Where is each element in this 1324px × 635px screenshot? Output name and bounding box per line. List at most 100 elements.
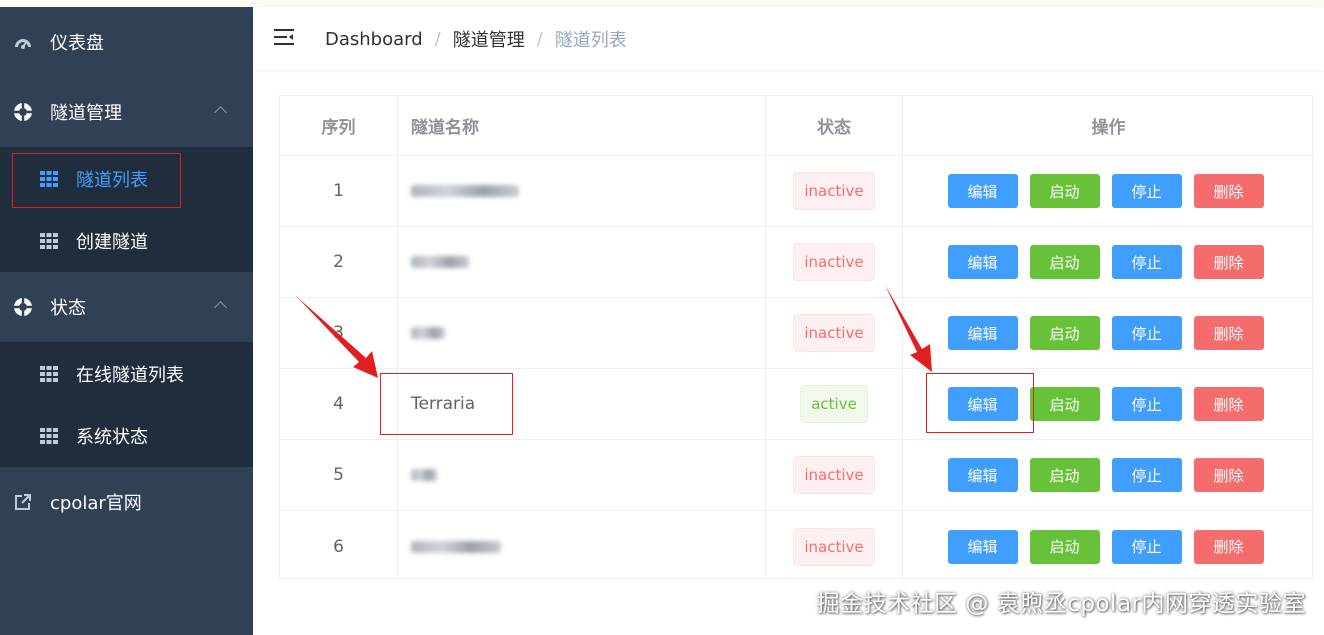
tunnel-name: Terraria <box>411 394 476 414</box>
table-row: 3 inactive 编辑 启动 停止 删除 <box>280 298 1314 369</box>
sidebar-item-label: 仪表盘 <box>50 33 104 54</box>
delete-button[interactable]: 删除 <box>1193 245 1264 279</box>
chevron-up-icon <box>214 301 227 314</box>
row-name-cell <box>398 511 766 582</box>
table-row: 4 Terraria active 编辑 启动 停止 删除 <box>280 369 1314 440</box>
table-header-row: 序列 隧道名称 状态 操作 <box>280 96 1314 156</box>
edit-button[interactable]: 编辑 <box>947 245 1018 279</box>
start-button[interactable]: 启动 <box>1029 458 1100 492</box>
external-link-icon <box>12 491 34 513</box>
sidebar-item-tunnel-list[interactable]: 隧道列表 <box>0 147 253 211</box>
row-index: 2 <box>280 227 398 297</box>
start-button[interactable]: 启动 <box>1029 316 1100 350</box>
breadcrumb: Dashboard / 隧道管理 / 隧道列表 <box>325 26 627 52</box>
status-badge: inactive <box>793 527 875 566</box>
row-index: 6 <box>280 511 398 582</box>
row-actions-cell: 编辑 启动 停止 删除 <box>903 511 1314 582</box>
stop-button[interactable]: 停止 <box>1111 387 1182 421</box>
submenu-status: 在线隧道列表 系统状态 <box>0 342 253 467</box>
delete-button[interactable]: 删除 <box>1193 458 1264 492</box>
tunnel-table: 序列 隧道名称 状态 操作 1 inactive 编辑 启动 停止 删除 2 inactive… <box>279 95 1314 582</box>
edit-button[interactable]: 编辑 <box>947 458 1018 492</box>
hamburger-menu-icon[interactable] <box>273 27 295 47</box>
stop-button[interactable]: 停止 <box>1111 458 1182 492</box>
dashboard-gauge-icon <box>12 31 34 53</box>
breadcrumb-item-tunnel-management[interactable]: 隧道管理 <box>453 26 525 52</box>
breadcrumb-item-dashboard[interactable]: Dashboard <box>325 29 423 50</box>
sidebar-item-status[interactable]: 状态 <box>0 272 253 342</box>
sidebar-item-dashboard[interactable]: 仪表盘 <box>0 7 253 77</box>
obscured-tunnel-name <box>411 469 437 481</box>
start-button[interactable]: 启动 <box>1029 245 1100 279</box>
stop-button[interactable]: 停止 <box>1111 174 1182 208</box>
sidebar-item-online-tunnels[interactable]: 在线隧道列表 <box>0 342 253 406</box>
row-index: 4 <box>280 369 398 439</box>
top-strip <box>0 0 1324 7</box>
sidebar: 仪表盘 隧道管理 隧道列表 创建隧道 状态 在线隧道列表 系统状态 cpolar… <box>0 7 253 635</box>
row-status-cell: inactive <box>766 298 903 368</box>
delete-button[interactable]: 删除 <box>1193 529 1264 564</box>
sidebar-item-create-tunnel[interactable]: 创建隧道 <box>0 209 253 273</box>
row-index: 3 <box>280 298 398 368</box>
column-header-actions: 操作 <box>1091 118 1126 138</box>
breadcrumb-separator: / <box>536 28 543 50</box>
sidebar-item-label: 创建隧道 <box>76 232 148 253</box>
table-row: 2 inactive 编辑 启动 停止 删除 <box>280 227 1314 298</box>
sidebar-item-label: 隧道管理 <box>50 103 122 124</box>
chevron-up-icon <box>214 106 227 119</box>
table-row: 6 inactive 编辑 启动 停止 删除 <box>280 511 1314 582</box>
breadcrumb-separator: / <box>434 28 441 50</box>
stop-button[interactable]: 停止 <box>1111 316 1182 350</box>
delete-button[interactable]: 删除 <box>1193 387 1264 421</box>
row-actions-cell: 编辑 启动 停止 删除 <box>903 440 1314 510</box>
sidebar-item-cpolar-website[interactable]: cpolar官网 <box>0 467 253 537</box>
sidebar-item-label: 在线隧道列表 <box>76 365 184 386</box>
start-button[interactable]: 启动 <box>1029 387 1100 421</box>
grid-icon <box>40 366 58 382</box>
submenu-tunnel-management: 隧道列表 创建隧道 <box>0 147 253 272</box>
delete-button[interactable]: 删除 <box>1193 316 1264 350</box>
sidebar-item-system-status[interactable]: 系统状态 <box>0 404 253 468</box>
column-header-status: 状态 <box>766 96 903 155</box>
start-button[interactable]: 启动 <box>1029 529 1100 564</box>
row-status-cell: inactive <box>766 227 903 297</box>
row-name-cell <box>398 298 766 368</box>
edit-button[interactable]: 编辑 <box>947 529 1018 564</box>
row-name-cell <box>398 227 766 297</box>
grid-icon <box>40 171 58 187</box>
navbar: Dashboard / 隧道管理 / 隧道列表 <box>253 7 1324 70</box>
status-badge: active <box>800 385 868 423</box>
breadcrumb-item-tunnel-list: 隧道列表 <box>554 30 627 51</box>
edit-button[interactable]: 编辑 <box>947 316 1018 350</box>
row-name-cell: Terraria <box>398 369 766 439</box>
status-badge: inactive <box>793 243 875 281</box>
edit-button[interactable]: 编辑 <box>947 174 1018 208</box>
sidebar-item-tunnel-management[interactable]: 隧道管理 <box>0 77 253 147</box>
stop-button[interactable]: 停止 <box>1111 245 1182 279</box>
watermark: 掘金技术社区 @ 袁煦丞cpolar内网穿透实验室 <box>816 591 1306 617</box>
row-actions-cell: 编辑 启动 停止 删除 <box>903 298 1314 368</box>
row-actions-cell: 编辑 启动 停止 删除 <box>903 156 1314 226</box>
obscured-tunnel-name <box>411 256 469 268</box>
sidebar-item-label: 系统状态 <box>76 427 148 448</box>
lifebuoy-icon <box>12 296 34 318</box>
row-status-cell: active <box>766 369 903 439</box>
start-button[interactable]: 启动 <box>1029 174 1100 208</box>
delete-button[interactable]: 删除 <box>1193 174 1264 208</box>
column-header-name: 隧道名称 <box>398 96 766 155</box>
row-status-cell: inactive <box>766 511 903 582</box>
lifebuoy-icon <box>12 101 34 123</box>
obscured-tunnel-name <box>411 540 501 553</box>
sidebar-item-label: 状态 <box>50 298 86 319</box>
row-name-cell <box>398 156 766 226</box>
stop-button[interactable]: 停止 <box>1111 529 1182 564</box>
edit-button[interactable]: 编辑 <box>947 387 1018 421</box>
sidebar-item-label: cpolar官网 <box>50 493 142 514</box>
status-badge: inactive <box>793 456 875 494</box>
obscured-tunnel-name <box>411 327 445 339</box>
grid-icon <box>40 428 58 444</box>
status-badge: inactive <box>793 314 875 352</box>
row-status-cell: inactive <box>766 440 903 510</box>
row-index: 1 <box>280 156 398 226</box>
row-name-cell <box>398 440 766 510</box>
